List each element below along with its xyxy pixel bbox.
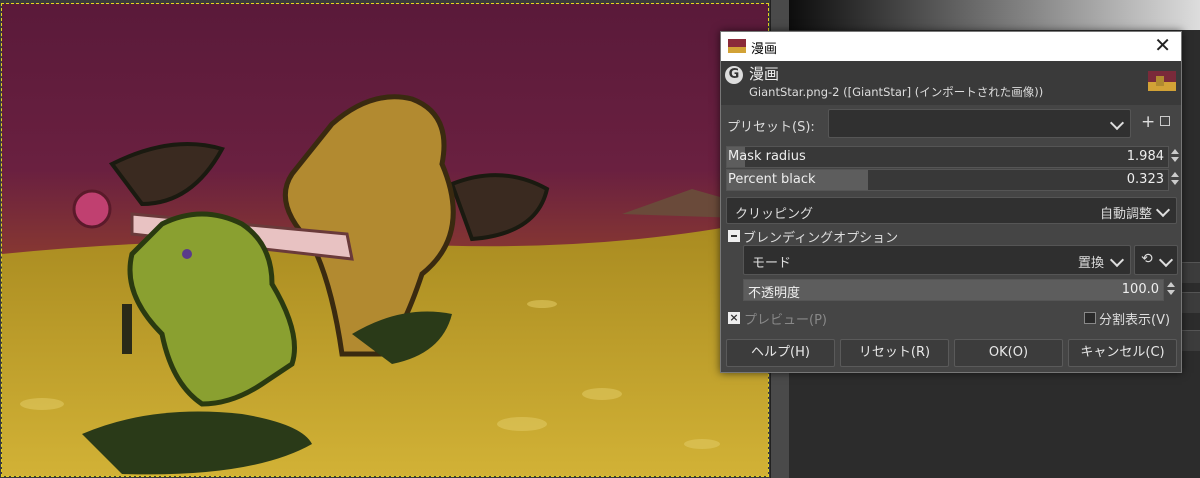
opacity-spinner[interactable]: [1166, 279, 1176, 301]
add-preset-icon[interactable]: +: [1141, 112, 1155, 132]
app-icon: [728, 39, 746, 53]
canvas-image: [1, 3, 769, 477]
mode-label: モード: [752, 256, 792, 271]
help-button[interactable]: ヘルプ(H): [726, 339, 835, 367]
split-view-checkbox[interactable]: [1084, 312, 1096, 324]
gegl-icon: G: [725, 66, 743, 84]
composite-mode-combo[interactable]: ⟲: [1134, 245, 1178, 275]
percent-black-value[interactable]: 0.323: [1127, 172, 1164, 187]
image-canvas[interactable]: [0, 0, 770, 478]
collapse-icon[interactable]: [728, 230, 740, 242]
split-view-label[interactable]: 分割表示(V): [1099, 309, 1170, 328]
cartoon-filter-dialog: 漫画 ✕ G 漫画 GiantStar.png-2 ([GiantStar] (…: [720, 31, 1182, 373]
image-subtitle: GiantStar.png-2 ([GiantStar] (インポートされた画像…: [749, 85, 1044, 99]
preset-label: プリセット(S):: [727, 120, 815, 135]
close-icon[interactable]: ✕: [1154, 35, 1171, 55]
filter-title: 漫画: [749, 65, 780, 83]
dialog-titlebar[interactable]: 漫画 ✕: [721, 32, 1181, 61]
gradient-preview: [789, 0, 1200, 30]
ok-button[interactable]: OK(O): [954, 339, 1063, 367]
chevron-down-icon: [1109, 115, 1125, 131]
opacity-fill: [744, 280, 1163, 300]
mask-radius-slider[interactable]: Mask radius 1.984: [726, 146, 1169, 168]
mask-radius-value[interactable]: 1.984: [1127, 149, 1164, 164]
clipping-value: 自動調整: [1099, 207, 1152, 222]
clipping-combo[interactable]: クリッピング 自動調整: [726, 197, 1177, 224]
reset-button[interactable]: リセット(R): [840, 339, 949, 367]
chevron-down-icon: [1109, 252, 1125, 268]
preview-label[interactable]: プレビュー(P): [744, 309, 827, 328]
percent-black-slider[interactable]: Percent black 0.323: [726, 169, 1169, 191]
image-thumbnail: [1148, 71, 1176, 91]
manage-presets-icon[interactable]: [1160, 116, 1170, 126]
cancel-button[interactable]: キャンセル(C): [1068, 339, 1177, 367]
dialog-header: G 漫画 GiantStar.png-2 ([GiantStar] (インポート…: [721, 61, 1181, 105]
clipping-label: クリッピング: [735, 207, 814, 222]
mode-combo[interactable]: モード 置換: [743, 245, 1131, 275]
preview-checkbox[interactable]: ×: [728, 312, 740, 324]
opacity-value[interactable]: 100.0: [1122, 282, 1159, 297]
chevron-down-icon: [1158, 252, 1174, 268]
mode-value: 置換: [1077, 256, 1104, 271]
chevron-down-icon: [1155, 202, 1171, 218]
window-title: 漫画: [751, 42, 778, 57]
preset-combo[interactable]: [828, 109, 1131, 138]
opacity-slider[interactable]: 不透明度 100.0: [743, 279, 1164, 301]
percent-black-label: Percent black: [728, 172, 816, 187]
opacity-label: 不透明度: [748, 286, 801, 301]
composite-icon: ⟲: [1141, 251, 1153, 267]
blending-section-label[interactable]: ブレンディングオプション: [743, 227, 898, 246]
mask-radius-label: Mask radius: [728, 149, 806, 164]
mask-radius-spinner[interactable]: [1170, 146, 1180, 168]
percent-black-spinner[interactable]: [1170, 169, 1180, 191]
